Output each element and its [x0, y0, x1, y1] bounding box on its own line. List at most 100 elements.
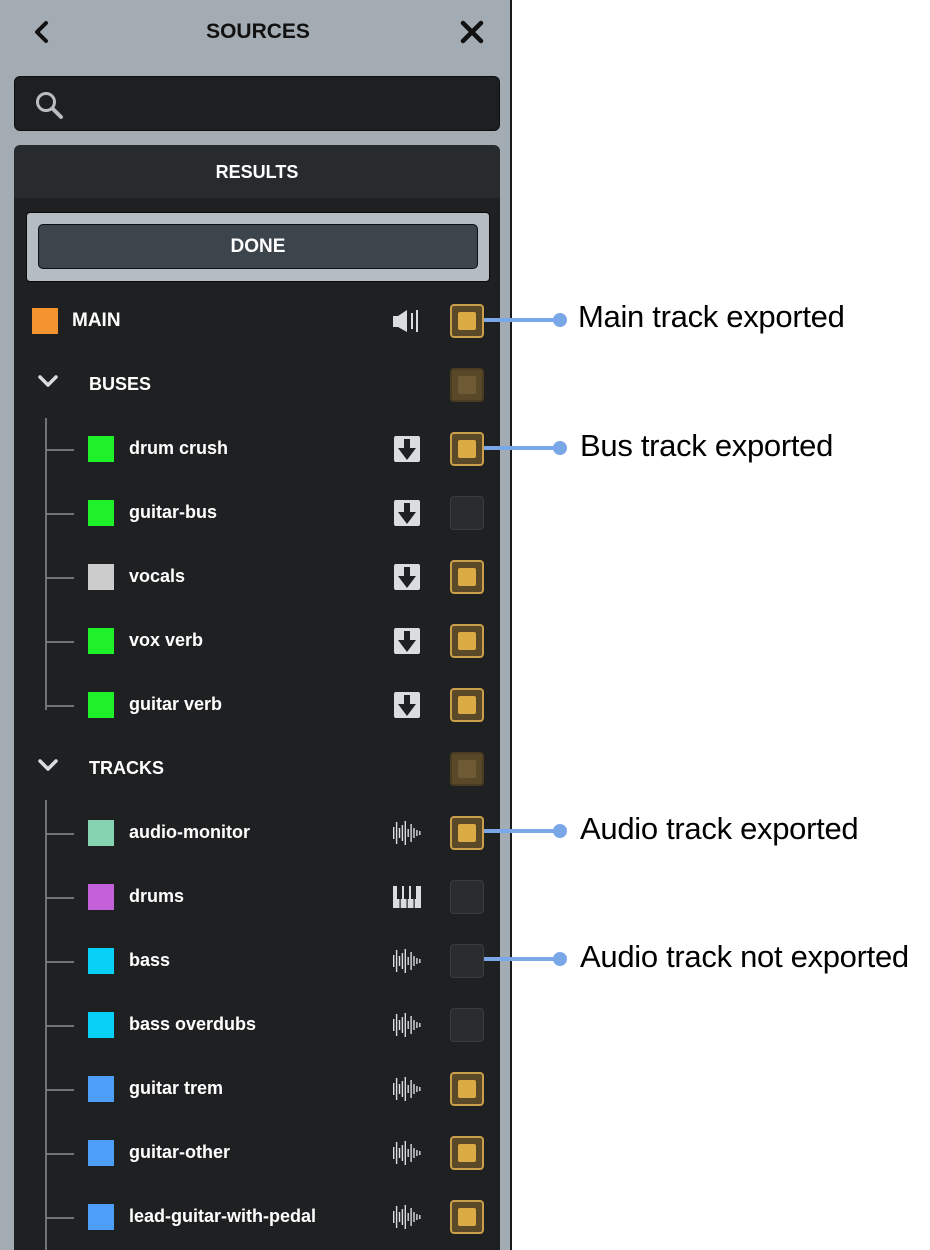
color-swatch — [88, 1140, 114, 1166]
close-icon — [460, 20, 484, 44]
tree-branch — [46, 513, 74, 515]
tracks-row[interactable]: audio-monitor — [14, 801, 500, 865]
buses-row[interactable]: vocals — [14, 545, 500, 609]
waveform-icon — [390, 1011, 424, 1039]
bus-down-arrow-icon — [390, 499, 424, 527]
tracks-label: bass — [129, 950, 171, 970]
tree-branch — [46, 577, 74, 579]
color-swatch — [88, 628, 114, 654]
export-checkbox[interactable] — [450, 624, 484, 658]
results-header: RESULTS — [14, 145, 500, 199]
callout-bus-exported: Bus track exported — [580, 428, 834, 463]
search-field[interactable] — [14, 76, 500, 131]
tree-branch — [46, 1089, 74, 1091]
tree-branch — [46, 833, 74, 835]
search-icon — [36, 92, 63, 119]
buses-export-checkbox[interactable] — [450, 368, 484, 402]
waveform-icon — [390, 819, 424, 847]
bus-down-arrow-icon — [390, 627, 424, 655]
chevron-down-icon — [38, 759, 58, 771]
bus-down-arrow-icon — [390, 563, 424, 591]
bus-down-arrow-icon — [390, 691, 424, 719]
buses-row[interactable]: guitar verb — [14, 673, 500, 737]
tracks-export-checkbox[interactable] — [450, 752, 484, 786]
callout-dot-audio-off — [553, 952, 567, 966]
tracks-label: lead-guitar-with-pedal — [129, 1206, 317, 1226]
color-swatch — [88, 1204, 114, 1230]
color-swatch — [88, 500, 114, 526]
tracks-label: drums — [129, 886, 185, 906]
buses-row[interactable]: vox verb — [14, 609, 500, 673]
tree-branch — [46, 1025, 74, 1027]
color-swatch — [88, 948, 114, 974]
tracks-row[interactable]: guitar trem — [14, 1057, 500, 1121]
export-checkbox[interactable] — [450, 944, 484, 978]
color-swatch — [88, 1012, 114, 1038]
main-row[interactable]: MAIN — [14, 289, 500, 353]
export-checkbox[interactable] — [450, 688, 484, 722]
tracks-label: audio-monitor — [129, 822, 250, 842]
export-checkbox[interactable] — [450, 1008, 484, 1042]
export-checkbox[interactable] — [450, 560, 484, 594]
color-swatch — [88, 692, 114, 718]
done-button[interactable]: DONE — [38, 224, 478, 269]
tree-branch — [46, 449, 74, 451]
tree-branch — [46, 961, 74, 963]
tracks-label: guitar-other — [129, 1142, 230, 1162]
tracks-label: guitar trem — [129, 1078, 224, 1098]
callout-dot-bus — [553, 441, 567, 455]
sources-panel: SOURCES RESULTS DONE MAIN BUSES drum cru… — [0, 0, 512, 1250]
tree-branch — [46, 1153, 74, 1155]
main-export-checkbox[interactable] — [450, 304, 484, 338]
tracks-row[interactable]: bass overdubs — [14, 993, 500, 1057]
buses-label: guitar verb — [129, 694, 223, 714]
tracks-row[interactable]: lead-guitar-with-pedal — [14, 1185, 500, 1249]
export-checkbox[interactable] — [450, 1200, 484, 1234]
callout-audio-not-exported: Audio track not exported — [580, 939, 909, 974]
waveform-icon — [390, 1075, 424, 1103]
export-checkbox[interactable] — [450, 880, 484, 914]
color-swatch — [88, 1076, 114, 1102]
color-swatch — [88, 884, 114, 910]
tracks-row[interactable]: drums — [14, 865, 500, 929]
callout-dot-main — [553, 313, 567, 327]
search-input[interactable] — [75, 87, 479, 123]
buses-label: BUSES — [89, 374, 152, 394]
color-swatch — [88, 820, 114, 846]
main-label: MAIN — [72, 310, 121, 331]
done-bar: DONE — [26, 212, 490, 282]
callout-line-main — [484, 318, 560, 322]
buses-label: guitar-bus — [129, 502, 217, 522]
tree-branch — [46, 641, 74, 643]
export-checkbox[interactable] — [450, 816, 484, 850]
main-color-swatch — [32, 308, 58, 334]
buses-row[interactable]: guitar-bus — [14, 481, 500, 545]
buses-group-header[interactable]: BUSES — [14, 353, 500, 417]
waveform-icon — [390, 947, 424, 975]
speaker-icon — [393, 310, 418, 332]
callout-audio-exported: Audio track exported — [580, 811, 859, 846]
close-button[interactable] — [452, 12, 492, 52]
export-checkbox[interactable] — [450, 432, 484, 466]
color-swatch — [88, 436, 114, 462]
chevron-down-icon — [38, 375, 58, 387]
tracks-label: bass overdubs — [129, 1014, 257, 1034]
export-checkbox[interactable] — [450, 496, 484, 530]
callout-dot-audio — [553, 824, 567, 838]
buses-row[interactable]: drum crush — [14, 417, 500, 481]
callout-line-audio-off — [484, 957, 560, 961]
tracks-group-header[interactable]: TRACKS — [14, 737, 500, 801]
tracks-row[interactable]: guitar-other — [14, 1121, 500, 1185]
tracks-row[interactable]: bass — [14, 929, 500, 993]
buses-label: vox verb — [129, 630, 204, 650]
tree-branch — [46, 1217, 74, 1219]
buses-label: drum crush — [129, 438, 229, 458]
export-checkbox[interactable] — [450, 1072, 484, 1106]
buses-label: vocals — [129, 566, 186, 586]
tree-branch — [46, 705, 74, 707]
export-checkbox[interactable] — [450, 1136, 484, 1170]
waveform-icon — [390, 1203, 424, 1231]
callout-line-bus — [484, 446, 560, 450]
callout-main-exported: Main track exported — [578, 299, 845, 334]
bus-down-arrow-icon — [390, 435, 424, 463]
